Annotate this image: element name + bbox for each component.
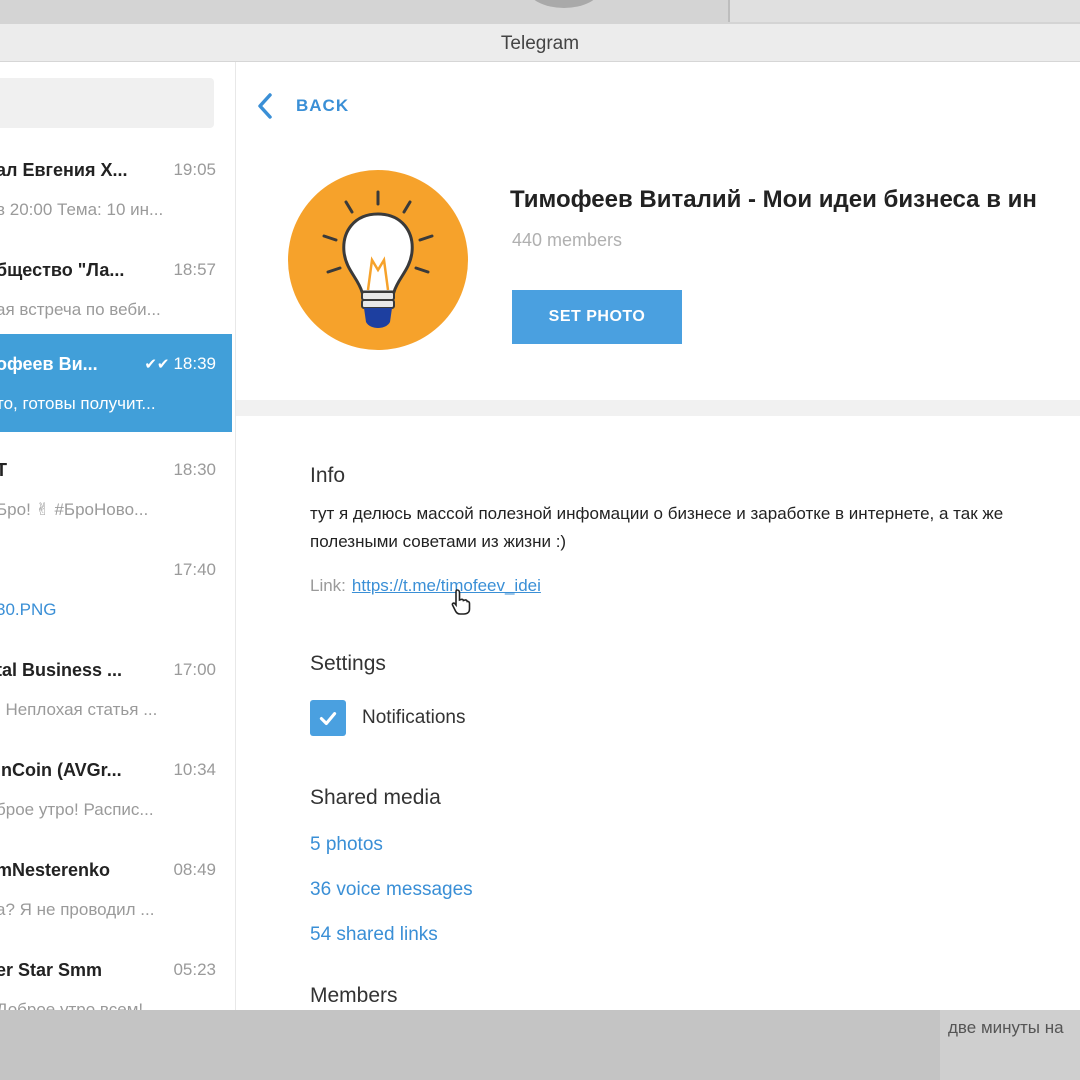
- chevron-left-icon: [258, 93, 272, 119]
- group-info-panel: BACK Тимофеев Виталий - Мои идеи бизнеса…: [236, 62, 1080, 1010]
- chat-time: 17:00: [173, 660, 216, 679]
- group-avatar: [288, 170, 468, 350]
- notifications-row: Notifications: [310, 700, 466, 736]
- shared-media-heading: Shared media: [310, 786, 441, 809]
- chat-preview: Бро! ✌ #БроНово...: [0, 500, 149, 519]
- chat-list-item[interactable]: mNesterenko 08:49 а? Я не проводил ...: [0, 842, 232, 942]
- shared-photos-link[interactable]: 5 photos: [310, 834, 383, 856]
- desktop-blob: [528, 0, 600, 8]
- chat-name: офеев Ви...: [0, 354, 98, 374]
- chat-list-item[interactable]: er Star Smm 05:23 Доброе утро всем!: [0, 942, 232, 1010]
- desktop-bar-segment: [728, 0, 1080, 22]
- window-titlebar: Telegram: [0, 24, 1080, 62]
- chat-name: mNesterenko: [0, 860, 111, 880]
- chat-preview-text: Неплохая статья ...: [5, 700, 158, 719]
- telegram-window: ал Евгения Х... 19:05 в 20:00 Тема: 10 и…: [0, 62, 1080, 1010]
- chat-preview: в 20:00 Тема: 10 ин...: [0, 200, 164, 219]
- chat-preview-file: 30.PNG: [0, 600, 57, 619]
- chat-list-item[interactable]: tal Business ... 17:00 : Неплохая статья…: [0, 642, 232, 742]
- settings-heading: Settings: [310, 652, 386, 675]
- chat-name: T: [0, 460, 156, 481]
- hand-cursor-icon: [451, 589, 471, 615]
- chat-time: 10:34: [173, 760, 216, 779]
- chat-time: 17:40: [173, 560, 216, 579]
- chat-list-item[interactable]: бщество "Ла... 18:57 ая встреча по веби.…: [0, 242, 232, 342]
- search-input[interactable]: [0, 78, 214, 128]
- chat-list-item-active[interactable]: офеев Ви... ✔✔ 18:39 то, готовы получит..…: [0, 334, 232, 432]
- back-button[interactable]: BACK: [256, 88, 349, 124]
- chat-name: inCoin (AVGr...: [0, 760, 122, 780]
- chat-time: 18:30: [173, 460, 216, 479]
- chat-preview: брое утро! Распис...: [0, 800, 154, 819]
- group-description: тут я делюсь массой полезной инфомации о…: [310, 504, 1004, 551]
- chat-preview: Доброе утро всем!: [0, 1000, 144, 1010]
- members-heading: Members: [310, 984, 398, 1007]
- lightbulb-icon: [322, 190, 434, 328]
- info-heading: Info: [310, 464, 346, 487]
- group-title: Тимофеев Виталий - Мои идеи бизнеса в ин: [510, 186, 1037, 213]
- background-pane: [0, 1010, 940, 1080]
- shared-links-link[interactable]: 54 shared links: [310, 924, 438, 946]
- chat-preview: ая встреча по веби...: [0, 300, 161, 319]
- chat-name: er Star Smm: [0, 960, 103, 980]
- window-title: Telegram: [500, 33, 580, 54]
- chat-list-item[interactable]: T 18:30 Бро! ✌ #БроНово...: [0, 442, 232, 542]
- chat-preview: : Неплохая статья ...: [0, 700, 216, 720]
- chat-time: 18:57: [173, 260, 216, 279]
- chat-time: 19:05: [173, 160, 216, 179]
- chat-time-value: 18:39: [173, 354, 216, 373]
- desktop-top-bar: [0, 0, 1080, 24]
- check-icon: [319, 712, 337, 726]
- notifications-label: Notifications: [362, 707, 466, 728]
- link-row: Link: https://t.me/timofeev_idei: [310, 576, 541, 596]
- chat-preview: 30.PNG: [0, 600, 216, 620]
- chat-list-item[interactable]: 17:40 30.PNG: [0, 542, 232, 642]
- desktop-bottom-strip: две минуты на: [0, 1010, 1080, 1080]
- chat-time: 05:23: [173, 960, 216, 979]
- set-photo-button[interactable]: SET PHOTO: [512, 290, 682, 344]
- chat-preview: а? Я не проводил ...: [0, 900, 155, 919]
- link-label: Link:: [310, 576, 346, 595]
- shared-voice-link[interactable]: 36 voice messages: [310, 879, 473, 901]
- read-check-icon: ✔✔: [144, 356, 170, 373]
- notifications-checkbox[interactable]: [310, 700, 346, 736]
- back-label: BACK: [296, 96, 350, 115]
- chat-time: ✔✔ 18:39: [144, 354, 216, 374]
- background-caption: две минуты на: [948, 1018, 1064, 1037]
- chat-name: бщество "Ла...: [0, 260, 125, 280]
- chat-time: 08:49: [173, 860, 216, 879]
- chat-sidebar: ал Евгения Х... 19:05 в 20:00 Тема: 10 и…: [0, 62, 236, 1010]
- section-divider: [236, 400, 1080, 416]
- chat-name: tal Business ...: [0, 660, 123, 680]
- members-count: 440 members: [512, 230, 623, 250]
- chat-name: ал Евгения Х...: [0, 160, 128, 180]
- chat-list-item[interactable]: inCoin (AVGr... 10:34 брое утро! Распис.…: [0, 742, 232, 842]
- group-link[interactable]: https://t.me/timofeev_idei: [352, 576, 541, 595]
- chat-preview: то, готовы получит...: [0, 394, 156, 413]
- chat-list-item[interactable]: ал Евгения Х... 19:05 в 20:00 Тема: 10 и…: [0, 142, 232, 242]
